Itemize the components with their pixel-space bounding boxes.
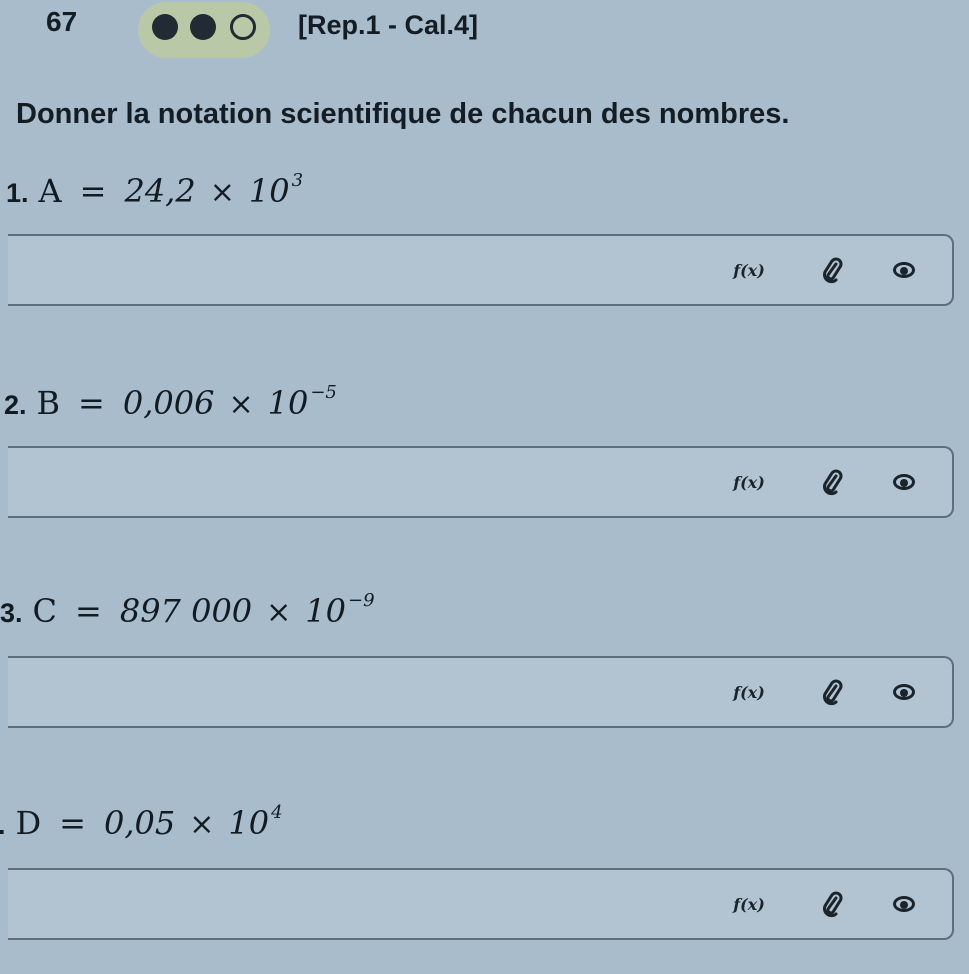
attach-button[interactable] (812, 236, 852, 304)
question-base: 10 (228, 804, 270, 842)
exercise-page: 67 [Rep.1 - Cal.4] Donner la notation sc… (0, 0, 969, 974)
paperclip-icon (823, 891, 843, 918)
question-coefficient: 0,006 (122, 384, 215, 422)
answer-box: f(x) (8, 446, 954, 518)
question-variable: A (38, 172, 62, 210)
eye-icon (893, 474, 915, 490)
times-sign: × (266, 595, 292, 630)
preview-button[interactable] (884, 870, 924, 938)
difficulty-dot-filled (190, 14, 216, 40)
difficulty-indicator (138, 2, 270, 58)
paperclip-icon (823, 469, 843, 496)
question-number: 3. (0, 598, 23, 628)
eye-icon (893, 262, 915, 278)
question-exponent: 3 (291, 170, 304, 191)
question-coefficient: 0,05 (103, 804, 176, 842)
equals-sign: = (79, 172, 107, 210)
function-icon: f(x) (733, 894, 765, 914)
function-icon: f(x) (733, 260, 765, 280)
exercise-header: 67 [Rep.1 - Cal.4] (0, 0, 969, 60)
question-base: 10 (248, 172, 290, 210)
question-label: 2. B = 0,006 × 10 −5 (4, 382, 337, 424)
answer-box: f(x) (8, 656, 954, 728)
instruction-text: Donner la notation scientifique de chacu… (16, 98, 790, 130)
answer-input[interactable] (8, 448, 702, 518)
answer-input[interactable] (8, 658, 702, 728)
answer-input[interactable] (8, 236, 702, 306)
preview-button[interactable] (884, 236, 924, 304)
question-base: 10 (305, 592, 347, 630)
preview-button[interactable] (884, 658, 924, 726)
times-sign: × (189, 807, 215, 842)
question-exponent: −5 (310, 382, 337, 403)
formula-button[interactable]: f(x) (724, 236, 774, 304)
question-variable: D (15, 804, 42, 842)
preview-button[interactable] (884, 448, 924, 516)
formula-button[interactable]: f(x) (724, 870, 774, 938)
formula-button[interactable]: f(x) (724, 448, 774, 516)
function-icon: f(x) (733, 682, 765, 702)
eye-icon (893, 684, 915, 700)
question-base: 10 (267, 384, 309, 422)
exercise-number: 67 (46, 6, 78, 37)
question-label: . D = 0,05 × 10 4 (0, 802, 283, 844)
formula-button[interactable]: f(x) (724, 658, 774, 726)
question-number: . (0, 810, 6, 841)
question-exponent: −9 (348, 590, 375, 611)
paperclip-icon (823, 679, 843, 706)
question-label: 3. C = 897 000 × 10 −9 (0, 590, 375, 632)
answer-box: f(x) (8, 234, 954, 306)
question-label: 1. A = 24,2 × 10 3 (6, 170, 304, 212)
attach-button[interactable] (812, 870, 852, 938)
question-coefficient: 897 000 (119, 592, 253, 630)
equals-sign: = (59, 804, 86, 842)
answer-input[interactable] (8, 870, 702, 940)
equals-sign: = (75, 592, 102, 630)
function-icon: f(x) (733, 472, 765, 492)
attach-button[interactable] (812, 448, 852, 516)
question-number: 1. (6, 178, 29, 208)
difficulty-dot-empty (230, 14, 256, 40)
paperclip-icon (823, 257, 843, 284)
attach-button[interactable] (812, 658, 852, 726)
eye-icon (893, 896, 915, 912)
answer-box: f(x) (8, 868, 954, 940)
question-variable: B (36, 384, 61, 422)
times-sign: × (209, 175, 235, 210)
reference-label: [Rep.1 - Cal.4] (298, 10, 479, 40)
equals-sign: = (78, 384, 105, 422)
difficulty-dot-filled (152, 14, 178, 40)
question-coefficient: 24,2 (124, 172, 196, 210)
question-number: 2. (4, 390, 27, 420)
question-variable: C (32, 592, 58, 630)
question-exponent: 4 (271, 802, 283, 823)
times-sign: × (228, 387, 254, 422)
